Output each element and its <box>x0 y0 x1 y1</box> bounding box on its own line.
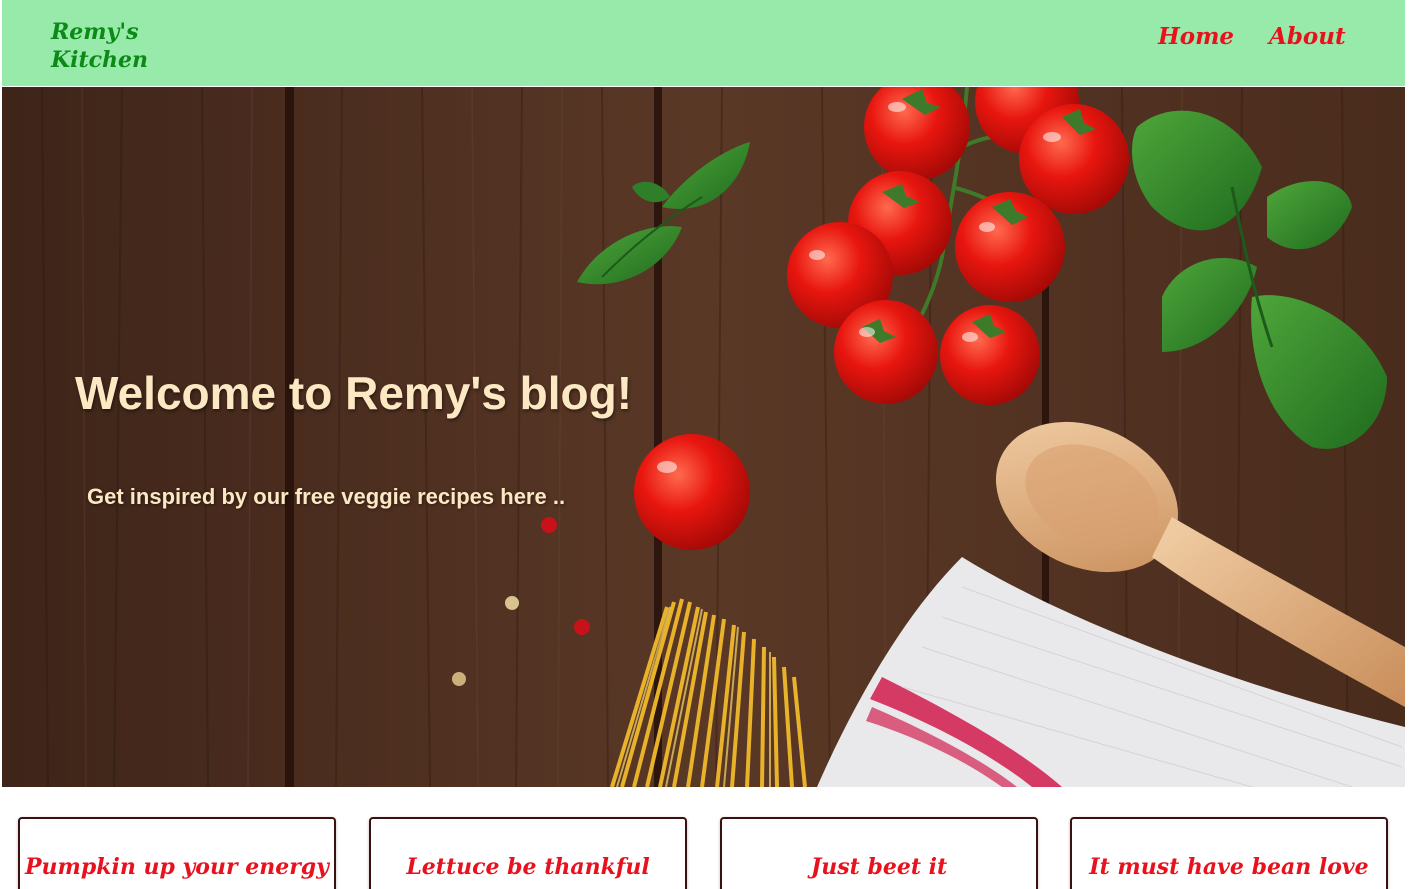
recipe-card-title: Lettuce be thankful <box>406 854 650 880</box>
recipe-card-pumpkin[interactable]: Pumpkin up your energy <box>18 817 336 889</box>
page: Remy's Kitchen Home About Welcome to Rem… <box>0 0 1420 889</box>
hero-banner: Welcome to Remy's blog! Get inspired by … <box>2 87 1405 787</box>
recipe-card-bean[interactable]: It must have bean love <box>1070 817 1388 889</box>
hero-background-image <box>2 87 1405 787</box>
brand-logo[interactable]: Remy's Kitchen <box>51 18 171 74</box>
recipe-card-lettuce[interactable]: Lettuce be thankful <box>369 817 687 889</box>
recipe-cards: Pumpkin up your energy Lettuce be thankf… <box>0 817 1420 889</box>
nav-link-about[interactable]: About <box>1269 22 1346 52</box>
nav-link-home[interactable]: Home <box>1158 22 1234 52</box>
hero-subtitle: Get inspired by our free veggie recipes … <box>87 484 566 509</box>
recipe-card-title: Pumpkin up your energy <box>25 854 329 880</box>
recipe-card-beet[interactable]: Just beet it <box>720 817 1038 889</box>
recipe-card-title: It must have bean love <box>1089 854 1369 880</box>
recipe-card-title: Just beet it <box>810 854 948 880</box>
hero-title: Welcome to Remy's blog! <box>75 367 633 419</box>
navbar: Remy's Kitchen Home About <box>2 0 1405 86</box>
